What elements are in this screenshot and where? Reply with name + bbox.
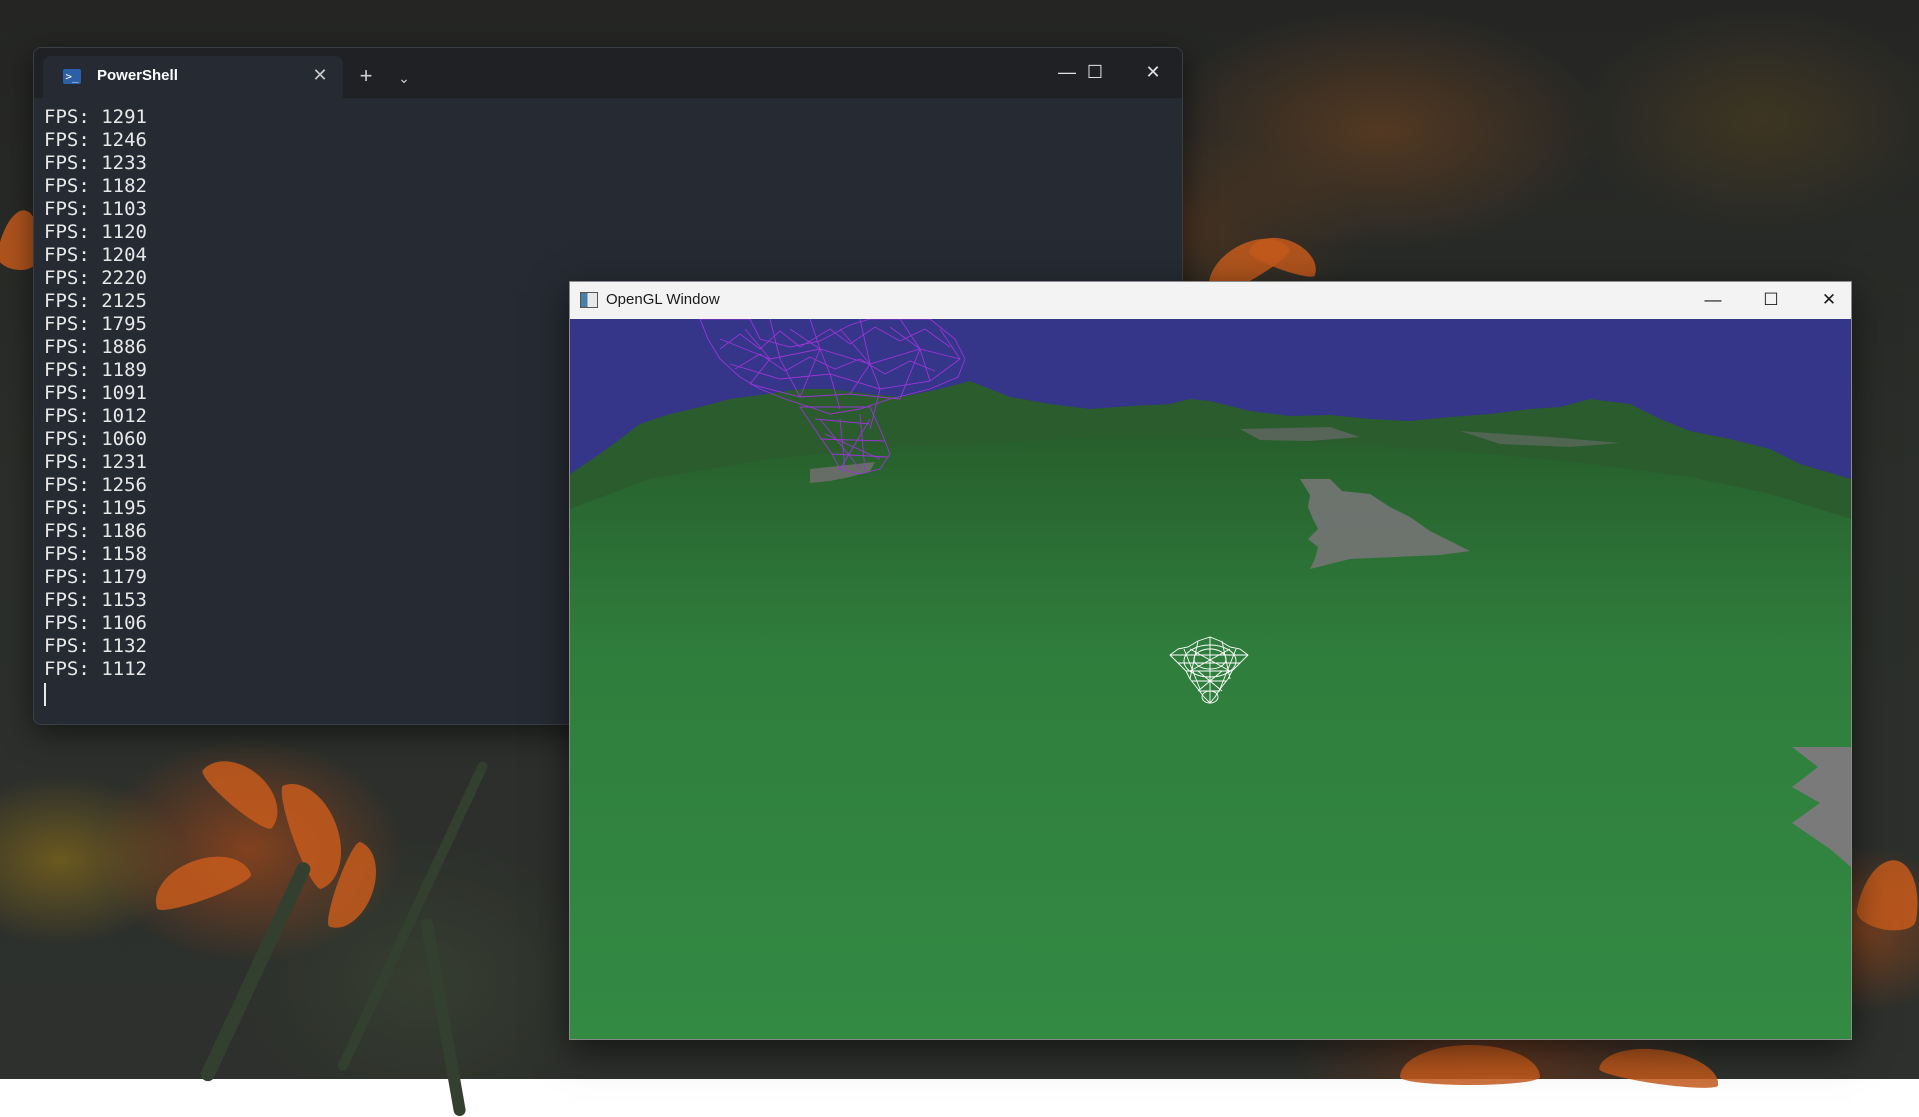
terminal-line: FPS: 1012 <box>44 405 147 427</box>
terminal-line: FPS: 1158 <box>44 543 147 565</box>
wallpaper-flower-petal <box>197 745 293 835</box>
terminal-line: FPS: 1204 <box>44 244 147 266</box>
new-tab-button[interactable]: + <box>354 64 378 88</box>
terminal-line: FPS: 1231 <box>44 451 147 473</box>
powershell-icon: >_ <box>63 69 81 84</box>
terminal-line: FPS: 1060 <box>44 428 147 450</box>
terrain-ground <box>570 437 1851 1039</box>
terminal-line: FPS: 1153 <box>44 589 147 611</box>
opengl-viewport[interactable] <box>570 319 1851 1039</box>
close-window-button[interactable]: ✕ <box>1806 284 1851 316</box>
terminal-line: FPS: 2220 <box>44 267 147 289</box>
terminal-line: FPS: 1091 <box>44 382 147 404</box>
terminal-output[interactable]: FPS: 1291 FPS: 1246 FPS: 1233 FPS: 1182 FPS:… <box>44 106 147 706</box>
terminal-line: FPS: 1246 <box>44 129 147 151</box>
tab-title: PowerShell <box>97 67 178 84</box>
close-tab-icon[interactable]: ✕ <box>310 65 330 85</box>
tab-powershell[interactable]: >_ PowerShell ✕ <box>43 56 343 98</box>
terminal-prompt[interactable] <box>44 681 147 706</box>
maximize-button[interactable]: ☐ <box>1748 284 1794 316</box>
terminal-line: FPS: 1120 <box>44 221 147 243</box>
terminal-line: FPS: 1182 <box>44 175 147 197</box>
terminal-line: FPS: 1106 <box>44 612 147 634</box>
terminal-line: FPS: 1189 <box>44 359 147 381</box>
terminal-line: FPS: 1186 <box>44 520 147 542</box>
maximize-icon: ☐ <box>1086 62 1104 82</box>
chevron-down-icon[interactable]: ⌄ <box>392 66 416 90</box>
powershell-titlebar[interactable]: >_ PowerShell ✕ + ⌄ — ☐ ✕ <box>34 48 1182 98</box>
terminal-line: FPS: 2125 <box>44 290 147 312</box>
wallpaper-flower-petal <box>146 844 254 916</box>
maximize-button[interactable]: ☐ <box>1072 56 1118 88</box>
wallpaper-stem <box>420 917 467 1117</box>
terminal-line: FPS: 1291 <box>44 106 147 128</box>
opengl-window[interactable]: OpenGL Window — ☐ ✕ <box>569 281 1852 1040</box>
terminal-line: FPS: 1795 <box>44 313 147 335</box>
close-window-button[interactable]: ✕ <box>1130 56 1176 88</box>
terminal-line: FPS: 1179 <box>44 566 147 588</box>
terminal-line: FPS: 1103 <box>44 198 147 220</box>
terminal-line: FPS: 1256 <box>44 474 147 496</box>
window-title: OpenGL Window <box>606 291 720 308</box>
wallpaper-flower-petal <box>1598 1041 1722 1093</box>
application-icon <box>580 292 598 308</box>
opengl-titlebar[interactable]: OpenGL Window — ☐ ✕ <box>570 282 1851 319</box>
wallpaper-flower-petal <box>1400 1045 1540 1085</box>
minimize-button[interactable]: — <box>1690 284 1736 316</box>
terminal-line: FPS: 1233 <box>44 152 147 174</box>
terminal-line: FPS: 1112 <box>44 658 147 680</box>
terminal-line: FPS: 1195 <box>44 497 147 519</box>
terminal-line: FPS: 1886 <box>44 336 147 358</box>
wallpaper-stem <box>336 760 490 1073</box>
text-cursor <box>44 683 46 706</box>
wallpaper-flower-petal <box>1854 855 1919 935</box>
terminal-line: FPS: 1132 <box>44 635 147 657</box>
